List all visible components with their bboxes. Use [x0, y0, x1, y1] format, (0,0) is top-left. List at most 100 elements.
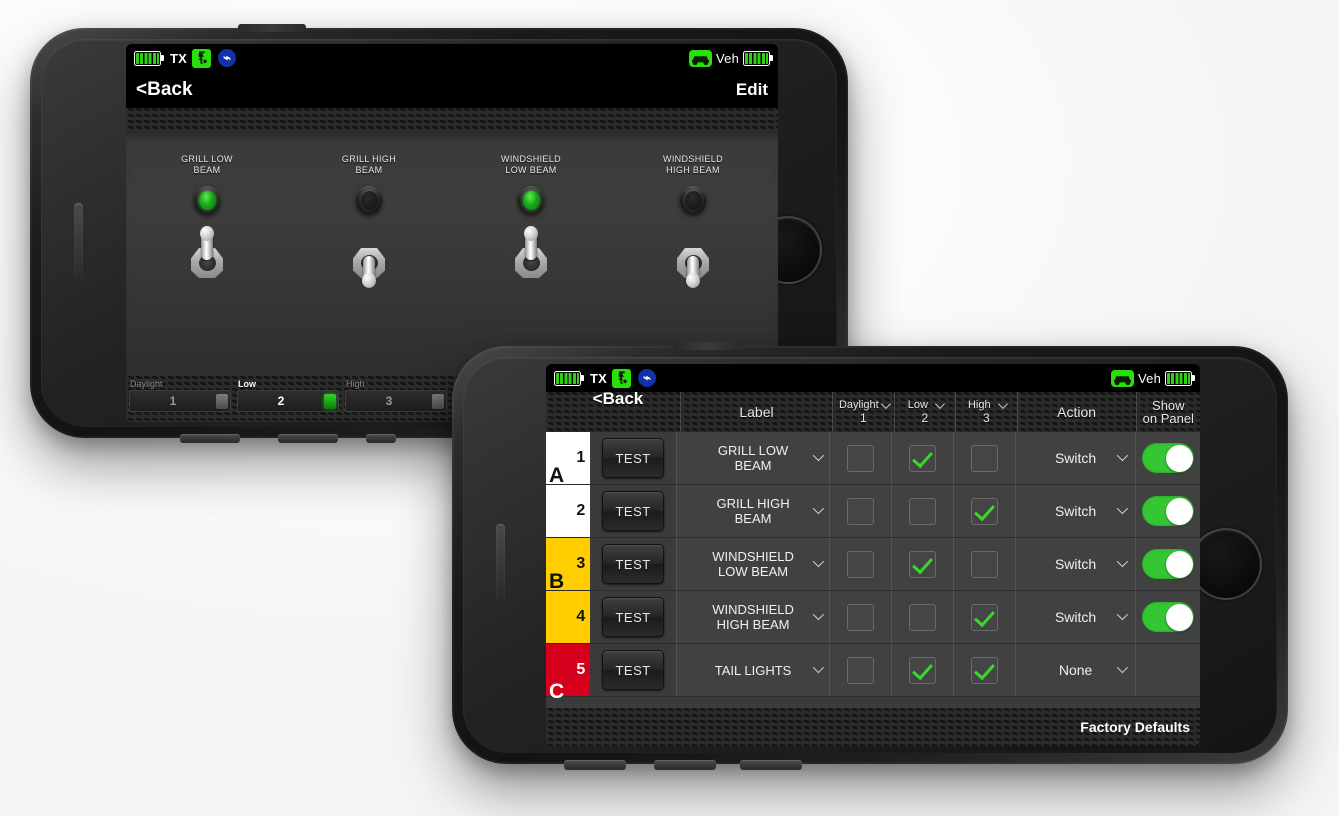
low-checkbox[interactable]	[909, 444, 937, 472]
show-on-panel-toggle[interactable]	[1142, 602, 1195, 632]
test-button[interactable]: TEST	[602, 491, 665, 531]
table-row[interactable]: C 5 TEST TAIL LIGHTS None	[546, 644, 1200, 703]
column-header-daylight[interactable]: Daylight 1	[833, 392, 895, 432]
column-header-high[interactable]: High 3	[956, 392, 1018, 432]
table-body: A 1 TEST GRILL LOW BEAM Switch 2 TEST GR…	[546, 432, 1200, 708]
column-sub: 1	[859, 411, 867, 425]
daylight-checkbox-cell[interactable]	[830, 538, 893, 590]
row-number: 3	[576, 555, 586, 572]
show-on-panel-cell[interactable]	[1136, 644, 1200, 696]
table-row[interactable]: 2 TEST GRILL HIGH BEAM Switch	[546, 485, 1200, 538]
test-button[interactable]: TEST	[602, 438, 665, 478]
phone-power-button[interactable]	[278, 434, 338, 443]
daylight-checkbox[interactable]	[847, 444, 875, 472]
table-row[interactable]: 4 TEST WINDSHIELD HIGH BEAM Switch	[546, 591, 1200, 644]
table-row[interactable]: A 1 TEST GRILL LOW BEAM Switch	[546, 432, 1200, 487]
high-checkbox[interactable]	[971, 603, 999, 631]
test-button[interactable]: TEST	[602, 544, 665, 584]
action-value: Switch	[1054, 556, 1097, 572]
row-number: 2	[576, 502, 586, 519]
back-label: <Back	[592, 389, 644, 408]
mode-number: 3	[385, 394, 393, 408]
factory-defaults-button[interactable]: Factory Defaults	[1080, 719, 1190, 735]
low-checkbox[interactable]	[909, 550, 937, 578]
high-checkbox-cell[interactable]	[954, 591, 1017, 643]
daylight-checkbox-cell[interactable]	[830, 432, 893, 484]
label-cell[interactable]: GRILL HIGH BEAM	[675, 485, 831, 537]
toggle-switch[interactable]	[673, 228, 713, 288]
action-cell[interactable]: None	[1016, 644, 1137, 696]
label-cell[interactable]: GRILL LOW BEAM	[675, 432, 831, 484]
low-checkbox[interactable]	[909, 603, 937, 631]
low-checkbox-cell[interactable]	[892, 432, 955, 484]
switch-label: WINDSHIELD HIGH BEAM	[662, 154, 723, 175]
high-checkbox[interactable]	[971, 656, 999, 684]
show-on-panel-toggle[interactable]	[1142, 549, 1195, 579]
high-checkbox[interactable]	[971, 550, 999, 578]
daylight-checkbox-cell[interactable]	[830, 644, 893, 696]
action-cell[interactable]: Switch	[1016, 432, 1137, 484]
switch-column[interactable]: GRILL LOW BEAM	[148, 154, 266, 280]
back-button[interactable]: <Back	[546, 389, 681, 432]
edit-button[interactable]: Edit	[736, 80, 768, 100]
table-row[interactable]: B 3 TEST WINDSHIELD LOW BEAM Switch	[546, 538, 1200, 593]
mode-cell-high[interactable]: High 3	[342, 378, 450, 412]
label-cell[interactable]: WINDSHIELD LOW BEAM	[675, 538, 831, 590]
back-button[interactable]: <Back	[136, 79, 193, 101]
toggle-switch[interactable]	[349, 228, 389, 288]
mode-cell-daylight[interactable]: Daylight 1	[126, 378, 234, 412]
test-cell: TEST	[590, 644, 676, 696]
action-cell[interactable]: Switch	[1016, 485, 1137, 537]
low-checkbox-cell[interactable]	[892, 644, 955, 696]
column-header-low[interactable]: Low 2	[895, 392, 957, 432]
low-checkbox-cell[interactable]	[892, 591, 955, 643]
daylight-checkbox-cell[interactable]	[830, 485, 893, 537]
low-checkbox-cell[interactable]	[892, 485, 955, 537]
low-checkbox-cell[interactable]	[892, 538, 955, 590]
high-checkbox[interactable]	[971, 444, 999, 472]
show-on-panel-toggle[interactable]	[1142, 496, 1195, 526]
action-cell[interactable]: Switch	[1016, 591, 1137, 643]
switch-column[interactable]: WINDSHIELD HIGH BEAM	[634, 154, 752, 288]
test-button[interactable]: TEST	[602, 650, 665, 690]
phone-volume-button[interactable]	[180, 434, 240, 443]
label-cell[interactable]: TAIL LIGHTS	[675, 644, 831, 696]
high-checkbox-cell[interactable]	[954, 485, 1017, 537]
high-checkbox[interactable]	[971, 497, 999, 525]
phone-power-button[interactable]	[654, 760, 716, 770]
show-on-panel-cell[interactable]	[1136, 432, 1200, 484]
show-on-panel-cell[interactable]	[1136, 591, 1200, 643]
high-checkbox-cell[interactable]	[954, 644, 1017, 696]
group-color-cell: B 3	[546, 538, 591, 593]
daylight-checkbox[interactable]	[847, 497, 875, 525]
low-checkbox[interactable]	[909, 656, 937, 684]
daylight-checkbox[interactable]	[847, 656, 875, 684]
action-cell[interactable]: Switch	[1016, 538, 1137, 590]
phone-left-edge-button[interactable]	[74, 203, 83, 281]
column-header-label: Label	[681, 392, 834, 432]
phone-volume-button[interactable]	[564, 760, 626, 770]
high-checkbox-cell[interactable]	[954, 538, 1017, 590]
phone-silent-switch[interactable]	[740, 760, 802, 770]
toggle-switch[interactable]	[187, 226, 227, 280]
high-checkbox-cell[interactable]	[954, 432, 1017, 484]
remote-control-icon	[612, 368, 632, 388]
low-checkbox[interactable]	[909, 497, 937, 525]
phone-silent-switch[interactable]	[366, 434, 396, 443]
show-on-panel-toggle[interactable]	[1142, 443, 1195, 473]
label-cell[interactable]: WINDSHIELD HIGH BEAM	[675, 591, 831, 643]
show-on-panel-cell[interactable]	[1136, 538, 1200, 590]
chevron-down-icon	[813, 608, 825, 621]
daylight-checkbox-cell[interactable]	[830, 591, 893, 643]
daylight-checkbox[interactable]	[847, 550, 875, 578]
daylight-checkbox[interactable]	[847, 603, 875, 631]
show-on-panel-cell[interactable]	[1136, 485, 1200, 537]
switch-column[interactable]: WINDSHIELD LOW BEAM	[472, 154, 590, 280]
phone-left-edge-button[interactable]	[496, 524, 505, 602]
switch-label: GRILL LOW BEAM	[181, 154, 233, 175]
switch-column[interactable]: GRILL HIGH BEAM	[310, 154, 428, 288]
mode-cell-low[interactable]: Low 2	[234, 378, 342, 412]
toggle-switch[interactable]	[511, 226, 551, 280]
test-button[interactable]: TEST	[602, 597, 665, 637]
phone-home-button[interactable]	[1190, 528, 1262, 600]
